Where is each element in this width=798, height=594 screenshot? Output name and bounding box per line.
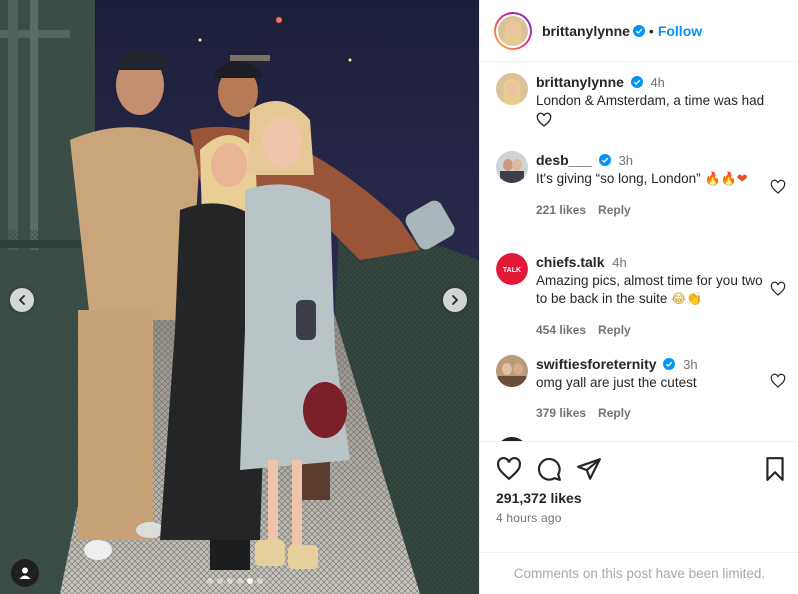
comment-icon[interactable]: [536, 456, 562, 482]
heart-icon[interactable]: [536, 112, 552, 128]
comment-emoji: 😂👏: [671, 292, 703, 307]
header-username[interactable]: brittanylynne: [542, 23, 630, 39]
post-side-panel: brittanylynne • Follow brittanylynne 4h …: [479, 0, 798, 594]
carousel-dot: [247, 578, 253, 584]
comments-limited-notice: Comments on this post have been limited.: [480, 552, 798, 594]
carousel-next-button[interactable]: [443, 288, 467, 312]
comment-time[interactable]: 3h: [683, 357, 697, 372]
avatar[interactable]: [496, 73, 528, 105]
comment-text: It's giving “so long, London”: [536, 171, 705, 186]
carousel-indicator: [207, 578, 263, 584]
verified-badge-icon: [598, 154, 611, 166]
verified-badge-icon: [663, 358, 676, 370]
heart-icon[interactable]: [770, 373, 786, 389]
story-ring[interactable]: [494, 11, 532, 50]
heart-icon[interactable]: [770, 281, 786, 297]
carousel-dot: [237, 578, 243, 584]
comment-username[interactable]: chiefs.talk: [536, 254, 604, 270]
avatar[interactable]: [496, 151, 528, 183]
save-icon[interactable]: [762, 456, 788, 482]
carousel-dot: [227, 578, 233, 584]
comment-likes[interactable]: 221 likes: [536, 203, 586, 217]
heart-icon[interactable]: [496, 456, 522, 482]
verified-badge-icon: [630, 76, 643, 88]
comment-emoji: 🔥🔥❤: [704, 172, 748, 187]
comment-username[interactable]: swiftiesforeternity: [536, 356, 657, 372]
comment-text: Amazing pics, almost time for you two to…: [536, 273, 763, 306]
user-tag-icon: [19, 567, 31, 579]
caption-time[interactable]: 4h: [650, 75, 664, 90]
comment-likes[interactable]: 379 likes: [536, 406, 586, 420]
post-header: brittanylynne • Follow: [480, 0, 798, 62]
comment-time[interactable]: 3h: [619, 153, 633, 168]
svg-text:TALK: TALK: [503, 267, 521, 274]
comment-time[interactable]: 4h: [612, 255, 626, 270]
avatar[interactable]: [496, 355, 528, 387]
caption-text: London & Amsterdam, a time was had: [536, 93, 765, 108]
heart-icon[interactable]: [770, 179, 786, 195]
reply-button[interactable]: Reply: [598, 323, 631, 337]
reply-button[interactable]: Reply: [598, 203, 631, 217]
user-tags-button[interactable]: [11, 559, 39, 587]
photo-image: [0, 0, 479, 594]
avatar: [496, 437, 528, 441]
comment-text: omg yall are just the cutest: [536, 375, 697, 390]
comment-username[interactable]: desb___: [536, 152, 592, 168]
comments-list[interactable]: brittanylynne 4h London & Amsterdam, a t…: [480, 63, 798, 442]
post-actions: [496, 456, 788, 482]
chevron-left-icon: [18, 295, 25, 305]
avatar: [498, 15, 528, 46]
post-photo[interactable]: [0, 0, 479, 594]
post-timestamp[interactable]: 4 hours ago: [496, 511, 562, 525]
likes-count[interactable]: 291,372 likes: [496, 490, 582, 506]
follow-button[interactable]: Follow: [658, 23, 702, 39]
verified-badge-icon: [632, 24, 645, 37]
reply-button[interactable]: Reply: [598, 406, 631, 420]
carousel-dot: [257, 578, 263, 584]
carousel-dot: [207, 578, 213, 584]
share-icon[interactable]: [576, 456, 602, 482]
carousel-prev-button[interactable]: [10, 288, 34, 312]
carousel-dot: [217, 578, 223, 584]
chevron-right-icon: [452, 295, 459, 305]
caption-username[interactable]: brittanylynne: [536, 74, 624, 90]
avatar[interactable]: TALK: [496, 253, 528, 285]
separator-dot: •: [648, 22, 654, 39]
comment-likes[interactable]: 454 likes: [536, 323, 586, 337]
